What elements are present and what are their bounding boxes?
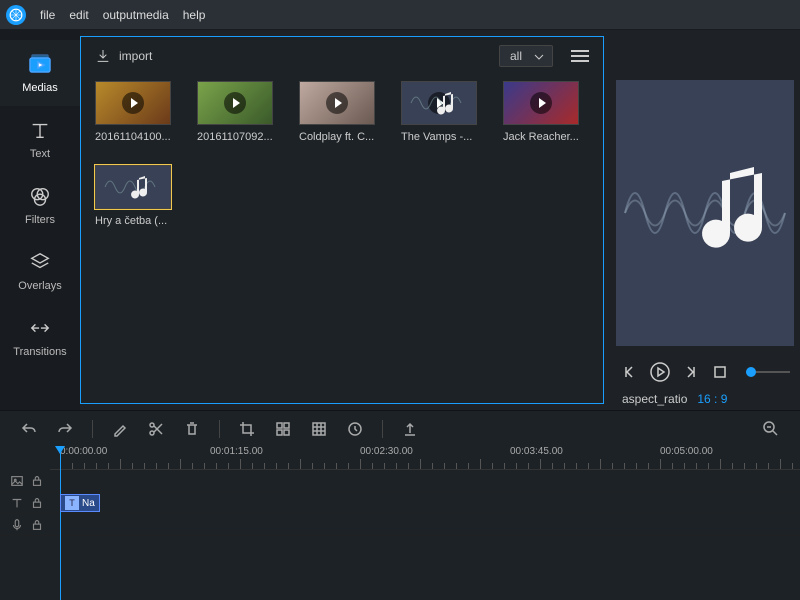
text-track-icon [10, 496, 24, 510]
timeline-clip[interactable]: TNa [60, 494, 100, 512]
import-icon [95, 48, 111, 64]
view-list-icon[interactable] [571, 50, 589, 62]
media-item[interactable]: 20161104100... [95, 81, 173, 143]
play-overlay-icon [224, 92, 246, 114]
media-thumbnail [95, 165, 171, 209]
sidebar-item-filters[interactable]: Filters [0, 172, 80, 238]
media-panel: import all 20161104100... 20161107092...… [80, 36, 604, 404]
lock-icon[interactable] [30, 474, 44, 488]
media-icon [28, 52, 52, 76]
menu-file[interactable]: file [40, 8, 55, 22]
media-label: The Vamps -... [401, 131, 479, 143]
lock-icon[interactable] [30, 518, 44, 532]
mic-track-icon [10, 518, 24, 532]
audio-wave-icon [103, 170, 163, 204]
overlays-icon [28, 250, 52, 274]
play-overlay-icon [326, 92, 348, 114]
media-item[interactable]: Jack Reacher... [503, 81, 581, 143]
sidebar-item-text[interactable]: Text [0, 106, 80, 172]
media-label: Jack Reacher... [503, 131, 581, 143]
lock-icon[interactable] [30, 496, 44, 510]
grid-button[interactable] [310, 420, 328, 438]
media-thumbnail [197, 81, 273, 125]
sidebar-item-label: Filters [25, 214, 55, 226]
menu-bar: file edit outputmedia help [0, 0, 800, 30]
ruler-mark: 00:05:00.00 [660, 446, 713, 457]
redo-button[interactable] [56, 420, 74, 438]
timeline: 0:00:00.00 00:01:15.00 00:02:30.00 00:03… [0, 446, 800, 600]
media-item[interactable]: Coldplay ft. C... [299, 81, 377, 143]
undo-button[interactable] [20, 420, 38, 438]
menu-help[interactable]: help [183, 8, 206, 22]
import-button[interactable]: import [119, 49, 152, 63]
sidebar-item-medias[interactable]: Medias [0, 40, 80, 106]
audio-wave-icon [409, 86, 469, 120]
next-frame-button[interactable] [680, 362, 700, 382]
media-item[interactable]: 20161107092... [197, 81, 275, 143]
export-button[interactable] [401, 420, 419, 438]
text-track[interactable]: TNa [0, 492, 800, 514]
media-thumbnail [95, 81, 171, 125]
media-label: Coldplay ft. C... [299, 131, 377, 143]
menu-outputmedia[interactable]: outputmedia [103, 8, 169, 22]
cut-button[interactable] [147, 420, 165, 438]
media-thumbnail [299, 81, 375, 125]
media-filter-select[interactable]: all [499, 45, 553, 67]
zoom-out-button[interactable] [762, 420, 780, 438]
ruler-mark: 00:01:15.00 [210, 446, 263, 457]
play-button[interactable] [650, 362, 670, 382]
ruler-mark: 00:02:30.00 [360, 446, 413, 457]
preview-pane: aspect_ratio 16 : 9 [610, 30, 800, 410]
clip-label: Na [82, 498, 95, 509]
media-label: Hry a četba (... [95, 215, 173, 227]
delete-button[interactable] [183, 420, 201, 438]
chevron-down-icon [534, 54, 544, 60]
sidebar-item-transitions[interactable]: Transitions [0, 304, 80, 370]
audio-track[interactable] [0, 514, 800, 536]
menu-edit[interactable]: edit [69, 8, 88, 22]
media-item[interactable]: The Vamps -... [401, 81, 479, 143]
preview-controls [616, 356, 794, 388]
sidebar-item-label: Text [30, 148, 50, 160]
mosaic-button[interactable] [274, 420, 292, 438]
video-track[interactable] [0, 470, 800, 492]
sidebar-item-label: Medias [22, 82, 57, 94]
edit-button[interactable] [111, 420, 129, 438]
media-item[interactable]: Hry a četba (... [95, 165, 173, 227]
media-thumbnail [401, 81, 477, 125]
media-filter-value: all [510, 49, 522, 63]
media-grid: 20161104100... 20161107092... Coldplay f… [81, 75, 603, 233]
prev-frame-button[interactable] [620, 362, 640, 382]
clip-type-icon: T [65, 496, 79, 510]
preview-slider[interactable] [746, 371, 790, 373]
sidebar: Medias Text Filters Overlays Transitions [0, 30, 80, 410]
media-label: 20161107092... [197, 131, 275, 143]
transitions-icon [28, 316, 52, 340]
app-logo-icon [6, 5, 26, 25]
play-overlay-icon [530, 92, 552, 114]
media-label: 20161104100... [95, 131, 173, 143]
preview-canvas [616, 80, 794, 346]
sidebar-item-label: Transitions [13, 346, 66, 358]
crop-button[interactable] [238, 420, 256, 438]
filters-icon [28, 184, 52, 208]
slider-thumb[interactable] [746, 367, 756, 377]
aspect-ratio-label: aspect_ratio [622, 392, 687, 406]
media-thumbnail [503, 81, 579, 125]
text-icon [28, 118, 52, 142]
timeline-toolbar [0, 410, 800, 446]
sidebar-item-overlays[interactable]: Overlays [0, 238, 80, 304]
ruler-mark: 0:00:00.00 [60, 446, 107, 457]
timeline-ruler[interactable]: 0:00:00.00 00:01:15.00 00:02:30.00 00:03… [50, 446, 800, 470]
image-track-icon [10, 474, 24, 488]
aspect-ratio-value: 16 : 9 [697, 392, 727, 406]
sidebar-item-label: Overlays [18, 280, 61, 292]
ruler-mark: 00:03:45.00 [510, 446, 563, 457]
audio-wave-icon [620, 153, 790, 273]
stop-button[interactable] [710, 362, 730, 382]
duration-button[interactable] [346, 420, 364, 438]
play-overlay-icon [122, 92, 144, 114]
